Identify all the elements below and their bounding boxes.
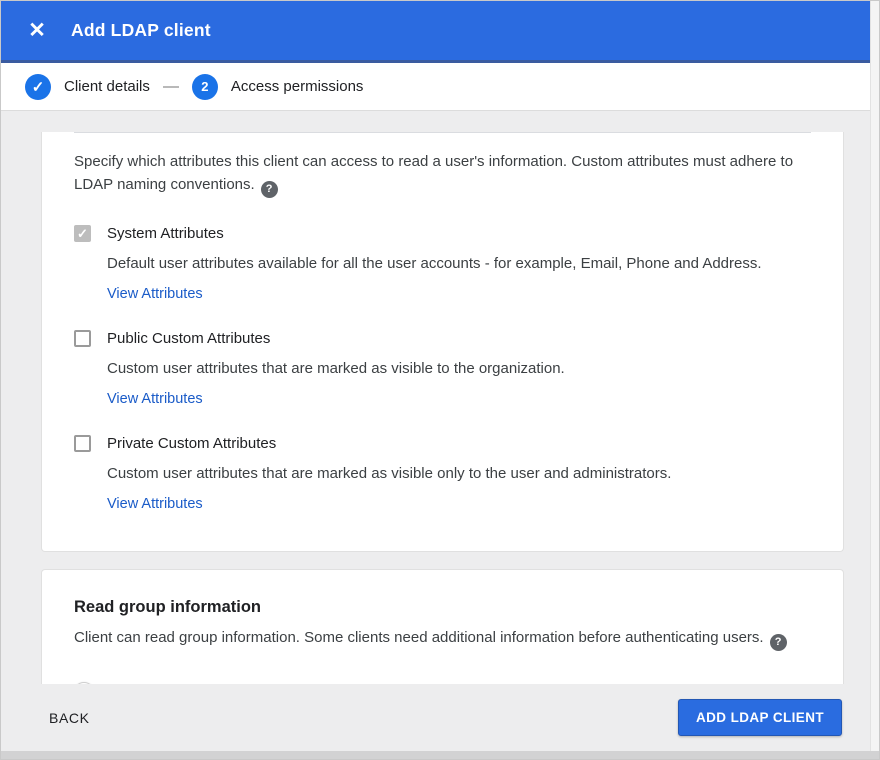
step-client-details-label: Client details <box>64 78 150 95</box>
private-custom-attributes-checkbox[interactable] <box>74 435 91 452</box>
public-custom-attributes-view-link[interactable]: View Attributes <box>107 391 203 407</box>
section-divider <box>74 132 811 133</box>
back-button[interactable]: BACK <box>49 710 90 726</box>
stepper: ✓ Client details 2 Access permissions <box>1 63 879 111</box>
attributes-card: Specify which attributes this client can… <box>41 132 844 552</box>
window-bottom-edge <box>1 751 879 759</box>
dialog-footer: BACK ADD LDAP CLIENT <box>1 684 879 751</box>
dialog-body: Specify which attributes this client can… <box>1 132 879 739</box>
read-group-title: Read group information <box>74 598 261 616</box>
system-attributes-label: System Attributes <box>107 225 224 242</box>
step-client-details[interactable]: ✓ Client details <box>25 73 150 100</box>
attributes-intro-text: Specify which attributes this client can… <box>74 150 804 198</box>
attributes-intro-text-span: Specify which attributes this client can… <box>74 153 794 193</box>
help-icon[interactable]: ? <box>260 181 278 198</box>
private-custom-attributes-view-link[interactable]: View Attributes <box>107 496 203 512</box>
add-ldap-client-button[interactable]: ADD LDAP CLIENT <box>677 699 842 736</box>
attribute-item-private: Private Custom Attributes Custom user at… <box>74 435 811 513</box>
attribute-item-system: ✓ System Attributes Default user attribu… <box>74 225 811 303</box>
public-custom-attributes-label: Public Custom Attributes <box>107 330 271 347</box>
step-access-permissions[interactable]: 2 Access permissions <box>191 73 364 100</box>
step-2-circle: 2 <box>191 73 218 100</box>
dialog-header: ✕ Add LDAP client <box>1 1 879 63</box>
system-attributes-view-link[interactable]: View Attributes <box>107 286 203 302</box>
step-connector <box>162 85 179 88</box>
step-complete-check-icon: ✓ <box>25 73 51 100</box>
card-gap <box>1 552 879 569</box>
private-custom-attributes-label: Private Custom Attributes <box>107 435 277 452</box>
read-group-description: Client can read group information. Some … <box>74 629 811 651</box>
dialog-title: Add LDAP client <box>71 20 211 40</box>
public-custom-attributes-checkbox[interactable] <box>74 330 91 347</box>
help-icon[interactable]: ? <box>769 633 787 651</box>
attribute-item-public: Public Custom Attributes Custom user att… <box>74 330 811 408</box>
system-attributes-checkbox: ✓ <box>74 225 91 242</box>
read-group-description-span: Client can read group information. Some … <box>74 629 764 646</box>
step-access-permissions-label: Access permissions <box>230 78 364 95</box>
close-icon[interactable]: ✕ <box>25 19 49 43</box>
system-attributes-description: Default user attributes available for al… <box>107 255 762 272</box>
public-custom-attributes-description: Custom user attributes that are marked a… <box>107 360 565 377</box>
add-ldap-client-dialog: ✕ Add LDAP client ✓ Client details 2 Acc… <box>0 0 880 760</box>
private-custom-attributes-description: Custom user attributes that are marked a… <box>107 465 672 482</box>
scrollbar-gutter[interactable] <box>870 1 879 751</box>
